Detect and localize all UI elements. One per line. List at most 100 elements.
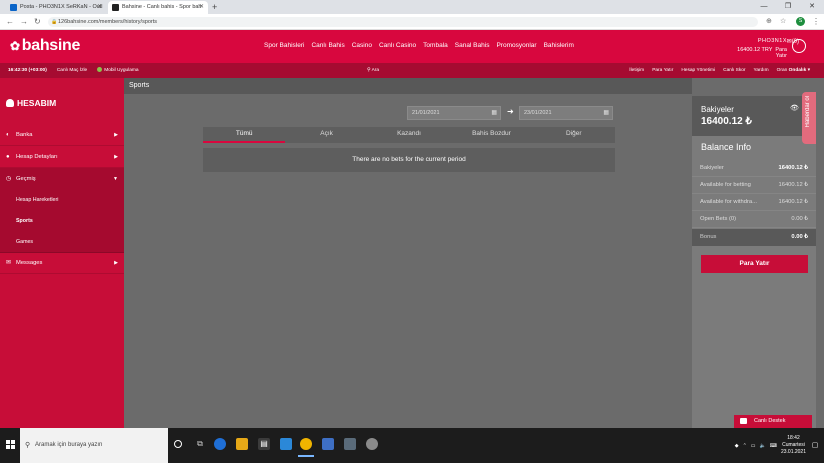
odds-format-select[interactable]: Oran Ondalık ▾ [777, 63, 810, 78]
forward-icon[interactable]: → [20, 16, 28, 28]
sidebar-subitem-hesap-hareketleri[interactable]: Hesap Hareketleri [0, 189, 124, 211]
app-icon[interactable] [366, 438, 378, 450]
search-icon: ⚲ [25, 442, 31, 449]
volume-icon[interactable]: 🔈 [760, 443, 766, 449]
balance-row: Bakiyeler 16400.12 ₺ [692, 160, 816, 177]
brand-name: bahsine [21, 37, 81, 54]
menu-dots-icon[interactable]: ⋮ [812, 16, 820, 28]
chevron-right-icon: ▶ [114, 154, 118, 160]
sidebar-item-banka[interactable]: ◐ Banka ▶ [0, 124, 124, 146]
username[interactable]: PHO3N1X [735, 38, 787, 44]
url-input[interactable]: 🔒 126bahsine.com/members/history/sports [48, 17, 758, 27]
header-deposit-link[interactable]: Para Yatır [775, 47, 787, 59]
store-icon[interactable]: ▤ [258, 438, 270, 450]
nav-bahislerim[interactable]: Bahislerim [544, 42, 574, 49]
close-window-icon[interactable]: ✕ [800, 0, 824, 14]
chrome-icon[interactable] [298, 438, 314, 457]
link-iletisim[interactable]: İletişim [629, 63, 644, 78]
tab-diger[interactable]: Diğer [533, 127, 615, 143]
mobile-app-link[interactable]: Mobil Uygulama [97, 63, 139, 78]
nav-sanal-bahis[interactable]: Sanal Bahis [455, 42, 490, 49]
user-box: PHO3N1X ✉(0) 16400.12 TRY Para Yatır [735, 38, 799, 59]
date-to-input[interactable]: 23/01/2021 ▦ [519, 106, 613, 120]
word-icon[interactable] [322, 438, 334, 450]
reload-icon[interactable]: ↻ [34, 16, 41, 28]
server-time: 16:42:30 (+03:00) [8, 68, 47, 73]
close-tab-icon[interactable]: ✕ [97, 1, 102, 14]
system-tray: ◆ ⌃ ▭ 🔈 ⌨ 18:42 Cumartesi 23.01.2021 ▢ [735, 428, 820, 463]
new-tab-button[interactable]: + [212, 1, 217, 14]
balance-row: Available for withdra... 16400.12 ₺ [692, 194, 816, 211]
site-search[interactable]: ⚲ Ara [367, 63, 379, 78]
calculator-icon[interactable] [344, 438, 356, 450]
maximize-icon[interactable]: ❐ [776, 0, 800, 14]
star-icon[interactable]: ☆ [780, 16, 786, 28]
date-from-input[interactable]: 21/01/2021 ▦ [407, 106, 501, 120]
taskbar-search-input[interactable]: ⚲ Aramak için buraya yazın [20, 428, 168, 463]
balance-label: Bakiyeler [701, 105, 734, 114]
zoom-icon[interactable]: ⊕ [766, 16, 772, 28]
taskbar-clock[interactable]: 18:42 Cumartesi 23.01.2021 [781, 435, 806, 456]
balance-info-title: Balance Info [701, 142, 752, 152]
sidebar-subitem-sports[interactable]: Sports [0, 210, 124, 232]
nav-tombala[interactable]: Tombala [423, 42, 448, 49]
sidebar-item-hesap-detaylari[interactable]: ● Hesap Detayları ▶ [0, 146, 124, 168]
nav-canli-casino[interactable]: Canlı Casino [379, 42, 416, 49]
sidebar-subitem-games[interactable]: Games [0, 231, 124, 253]
sidebar-title: HESABIM [6, 98, 56, 108]
link-hesap-yonetimi[interactable]: Hesap Yönetimi [681, 63, 715, 78]
empty-state-message: There are no bets for the current period [203, 148, 615, 172]
deposit-button[interactable]: Para Yatır [701, 255, 808, 273]
close-tab-icon[interactable]: ✕ [199, 1, 204, 14]
chevron-right-icon: ▶ [114, 132, 118, 138]
tab-label: Posta - PHO3N1X SeRKaN - Outl [20, 4, 103, 10]
balance-panel: Bakiyeler 16400.12 ₺ 👁 Balance Info Baki… [692, 96, 816, 428]
task-view-icon[interactable]: ⧉ [194, 438, 206, 450]
sidebar-item-gecmis[interactable]: ◷ Geçmiş ▼ [0, 168, 124, 190]
nav-promosyonlar[interactable]: Promosyonlar [496, 42, 536, 49]
tab-label: Bahsine - Canlı bahis - Spor bah [122, 4, 202, 10]
minimize-icon[interactable]: — [752, 0, 776, 14]
tab-kazandi[interactable]: Kazandı [368, 127, 450, 143]
windows-start-button[interactable] [0, 428, 20, 463]
browser-tab-bahsine[interactable]: Bahsine - Canlı bahis - Spor bah ✕ [108, 1, 208, 14]
tab-acik[interactable]: Açık [285, 127, 367, 143]
link-para-yatir[interactable]: Para Yatır [652, 63, 673, 78]
tray-apps-icon[interactable]: ◆ [735, 443, 739, 449]
chevron-down-icon: ▼ [113, 176, 118, 182]
back-icon[interactable]: ← [6, 16, 14, 28]
tab-bahis-bozdur[interactable]: Bahis Bozdur [450, 127, 532, 143]
user-avatar-icon[interactable] [792, 39, 806, 53]
link-canli-skor[interactable]: Canlı Skor [723, 63, 745, 78]
nav-canli-bahis[interactable]: Canlı Bahis [311, 42, 344, 49]
outlook-icon [10, 4, 17, 11]
file-explorer-icon[interactable] [236, 438, 248, 450]
tab-tumu[interactable]: Tümü [203, 127, 286, 143]
keyboard-icon[interactable]: ⌨ [770, 443, 777, 449]
chevron-up-icon[interactable]: ⌃ [743, 443, 747, 449]
logo-icon: ✿ [10, 39, 20, 53]
notify-me-tab[interactable]: Haberdar ol [802, 92, 816, 144]
browser-tab-outlook[interactable]: Posta - PHO3N1X SeRKaN - Outl ✕ [6, 1, 106, 14]
calendar-icon[interactable]: ▦ [491, 107, 497, 119]
edge-icon[interactable] [214, 438, 226, 450]
chat-icon [740, 418, 747, 424]
calendar-icon[interactable]: ▦ [603, 107, 609, 119]
eye-icon[interactable]: 👁 [790, 104, 799, 112]
balance-row: Bonus 0.00 ₺ [692, 229, 816, 246]
arrow-right-icon: ➜ [507, 107, 514, 116]
nav-casino[interactable]: Casino [352, 42, 372, 49]
mail-app-icon[interactable] [280, 438, 292, 450]
cortana-icon[interactable] [174, 440, 182, 448]
live-tv-link[interactable]: Canlı Maç İzle [57, 63, 87, 78]
nav-spor-bahisleri[interactable]: Spor Bahisleri [264, 42, 304, 49]
notification-icon[interactable]: ▢ [810, 441, 820, 451]
brand-logo[interactable]: ✿ bahsine [10, 37, 80, 55]
network-icon[interactable]: ▭ [751, 443, 756, 449]
live-support-button[interactable]: Canlı Destek [734, 415, 812, 428]
balance-row: Available for betting 16400.12 ₺ [692, 177, 816, 194]
profile-avatar[interactable]: S [796, 17, 805, 26]
user-icon: ● [6, 154, 10, 160]
link-yardim[interactable]: Yardım [754, 63, 769, 78]
sidebar-item-messages[interactable]: ✉ Messages ▶ [0, 252, 124, 274]
